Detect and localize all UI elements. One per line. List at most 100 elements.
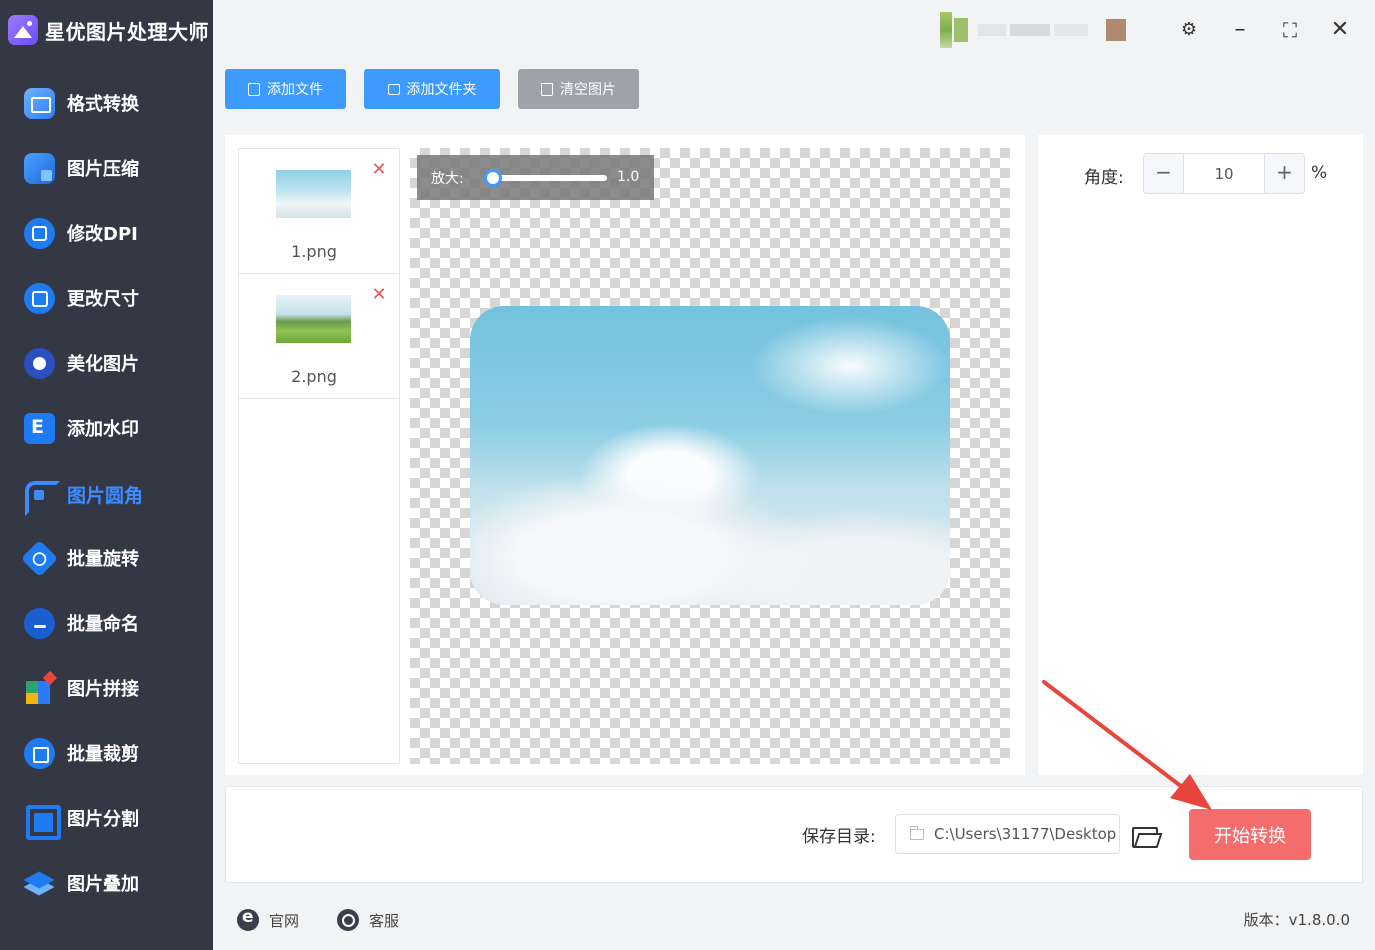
zoom-control: 放大: 1.0 — [417, 155, 654, 200]
beautify-icon — [24, 347, 55, 379]
customer-service-icon — [337, 909, 359, 931]
split-icon — [24, 803, 61, 840]
close-icon[interactable]: ✕ — [1326, 16, 1354, 44]
footer: 官网 客服 版本：v1.8.0.0 — [213, 890, 1375, 950]
increment-button[interactable]: + — [1264, 154, 1304, 193]
user-account-avatar[interactable] — [940, 12, 1155, 48]
dpi-icon — [24, 217, 55, 249]
sidebar-item-watermark[interactable]: 添加水印 — [24, 410, 139, 446]
website-link[interactable]: 官网 — [237, 907, 300, 932]
app-brand: 星优图片处理大师 — [8, 14, 209, 46]
sidebar-item-rounded-corner[interactable]: 图片圆角 — [24, 476, 144, 516]
sidebar-item-label: 添加水印 — [67, 419, 139, 440]
zoom-label: 放大: — [431, 170, 464, 187]
folder-icon — [387, 83, 400, 95]
start-convert-label: 开始转换 — [1214, 825, 1286, 847]
sidebar-item-label: 图片压缩 — [67, 159, 139, 180]
file-name: 2.png — [291, 367, 337, 386]
sidebar-item-format-convert[interactable]: 格式转换 — [24, 85, 139, 121]
save-dir-field[interactable]: C:\Users\31177\Desktop — [895, 814, 1120, 854]
trash-icon — [541, 82, 553, 96]
settings-sliders-icon[interactable]: ⚙ — [1175, 16, 1203, 44]
vip-badge-blur — [1106, 19, 1126, 41]
sidebar-item-overlay[interactable]: 图片叠加 — [24, 865, 139, 901]
sidebar-item-label: 批量裁剪 — [67, 744, 139, 765]
version-label: 版本：v1.8.0.0 — [1243, 911, 1350, 929]
add-file-button[interactable]: 添加文件 — [225, 69, 346, 109]
sidebar-item-label: 批量命名 — [67, 614, 139, 635]
avatar-pixel — [954, 18, 968, 42]
crop-icon — [24, 737, 55, 769]
support-link[interactable]: 客服 — [337, 908, 399, 932]
delete-file-icon[interactable]: ✕ — [370, 286, 388, 304]
rounded-corner-icon — [24, 479, 60, 516]
arrow-shaft — [1042, 680, 1192, 795]
sidebar-item-label: 修改DPI — [67, 224, 138, 245]
watermark-icon — [24, 412, 55, 444]
sidebar-item-label: 图片分割 — [67, 809, 139, 830]
app-logo-icon — [8, 15, 38, 45]
sidebar-item-stitch[interactable]: 图片拼接 — [24, 670, 139, 706]
file-thumbnail — [276, 170, 351, 218]
list-item[interactable]: ✕ 1.png — [239, 149, 399, 274]
support-label: 客服 — [369, 911, 400, 930]
maximize-icon[interactable]: ⛶ — [1276, 16, 1304, 44]
sidebar-item-rotate[interactable]: 批量旋转 — [20, 539, 139, 577]
sidebar-item-rename[interactable]: 批量命名 — [24, 605, 139, 641]
add-folder-label: 添加文件夹 — [406, 82, 477, 98]
save-dir-label: 保存目录: — [802, 827, 876, 847]
sidebar-item-label: 图片圆角 — [67, 484, 144, 507]
save-dir-path: C:\Users\31177\Desktop — [934, 825, 1117, 843]
zoom-value: 1.0 — [617, 169, 640, 185]
file-icon — [248, 82, 260, 96]
sidebar-item-split[interactable]: 图片分割 — [24, 800, 139, 840]
stitch-icon — [24, 673, 55, 704]
file-thumbnail — [276, 295, 351, 343]
angle-label: 角度: — [1084, 168, 1124, 188]
angle-unit: % — [1311, 163, 1328, 183]
clear-images-button[interactable]: 清空图片 — [518, 69, 639, 109]
sidebar-item-label: 更改尺寸 — [67, 289, 139, 310]
compress-icon — [24, 152, 55, 184]
rename-icon — [24, 607, 55, 639]
sidebar-item-crop[interactable]: 批量裁剪 — [24, 735, 139, 771]
sidebar-item-label: 图片叠加 — [67, 874, 139, 895]
sidebar-item-label: 美化图片 — [67, 354, 139, 375]
website-label: 官网 — [269, 911, 300, 930]
preview-image — [470, 306, 950, 605]
arrow-head — [1170, 774, 1212, 810]
zoom-slider-track[interactable] — [487, 175, 607, 181]
zoom-slider-handle[interactable] — [484, 169, 502, 187]
rotate-icon — [20, 539, 59, 577]
decrement-button[interactable]: − — [1144, 154, 1184, 193]
username-blur — [978, 24, 1006, 36]
sidebar: 星优图片处理大师 格式转换 图片压缩 修改DPI 更改尺寸 美化图片 添加水印 … — [0, 0, 213, 950]
browse-folder-icon[interactable] — [1132, 823, 1158, 848]
username-blur — [1054, 24, 1088, 36]
file-list: ✕ 1.png ✕ 2.png — [238, 148, 400, 764]
browser-icon — [237, 907, 259, 931]
delete-file-icon[interactable]: ✕ — [370, 161, 388, 179]
format-convert-icon — [24, 87, 55, 119]
username-blur — [1010, 24, 1050, 36]
list-item[interactable]: ✕ 2.png — [239, 274, 399, 399]
sidebar-item-label: 批量旋转 — [67, 549, 139, 570]
annotation-arrow — [1042, 680, 1212, 810]
app-title: 星优图片处理大师 — [45, 19, 209, 44]
add-folder-button[interactable]: 添加文件夹 — [364, 69, 500, 109]
sidebar-item-resize[interactable]: 更改尺寸 — [24, 280, 139, 316]
add-file-label: 添加文件 — [267, 82, 323, 98]
file-name: 1.png — [291, 242, 337, 261]
clear-images-label: 清空图片 — [560, 82, 616, 98]
sidebar-item-label: 图片拼接 — [67, 679, 139, 700]
angle-input[interactable] — [1184, 154, 1264, 193]
avatar — [940, 12, 952, 48]
resize-icon — [24, 282, 55, 314]
sidebar-item-label: 格式转换 — [67, 94, 139, 115]
folder-icon — [910, 825, 924, 840]
angle-stepper: − + — [1143, 153, 1305, 194]
sidebar-item-dpi[interactable]: 修改DPI — [24, 215, 138, 251]
minimize-icon[interactable]: – — [1226, 16, 1254, 44]
sidebar-item-beautify[interactable]: 美化图片 — [24, 345, 139, 381]
sidebar-item-compress[interactable]: 图片压缩 — [24, 150, 139, 186]
